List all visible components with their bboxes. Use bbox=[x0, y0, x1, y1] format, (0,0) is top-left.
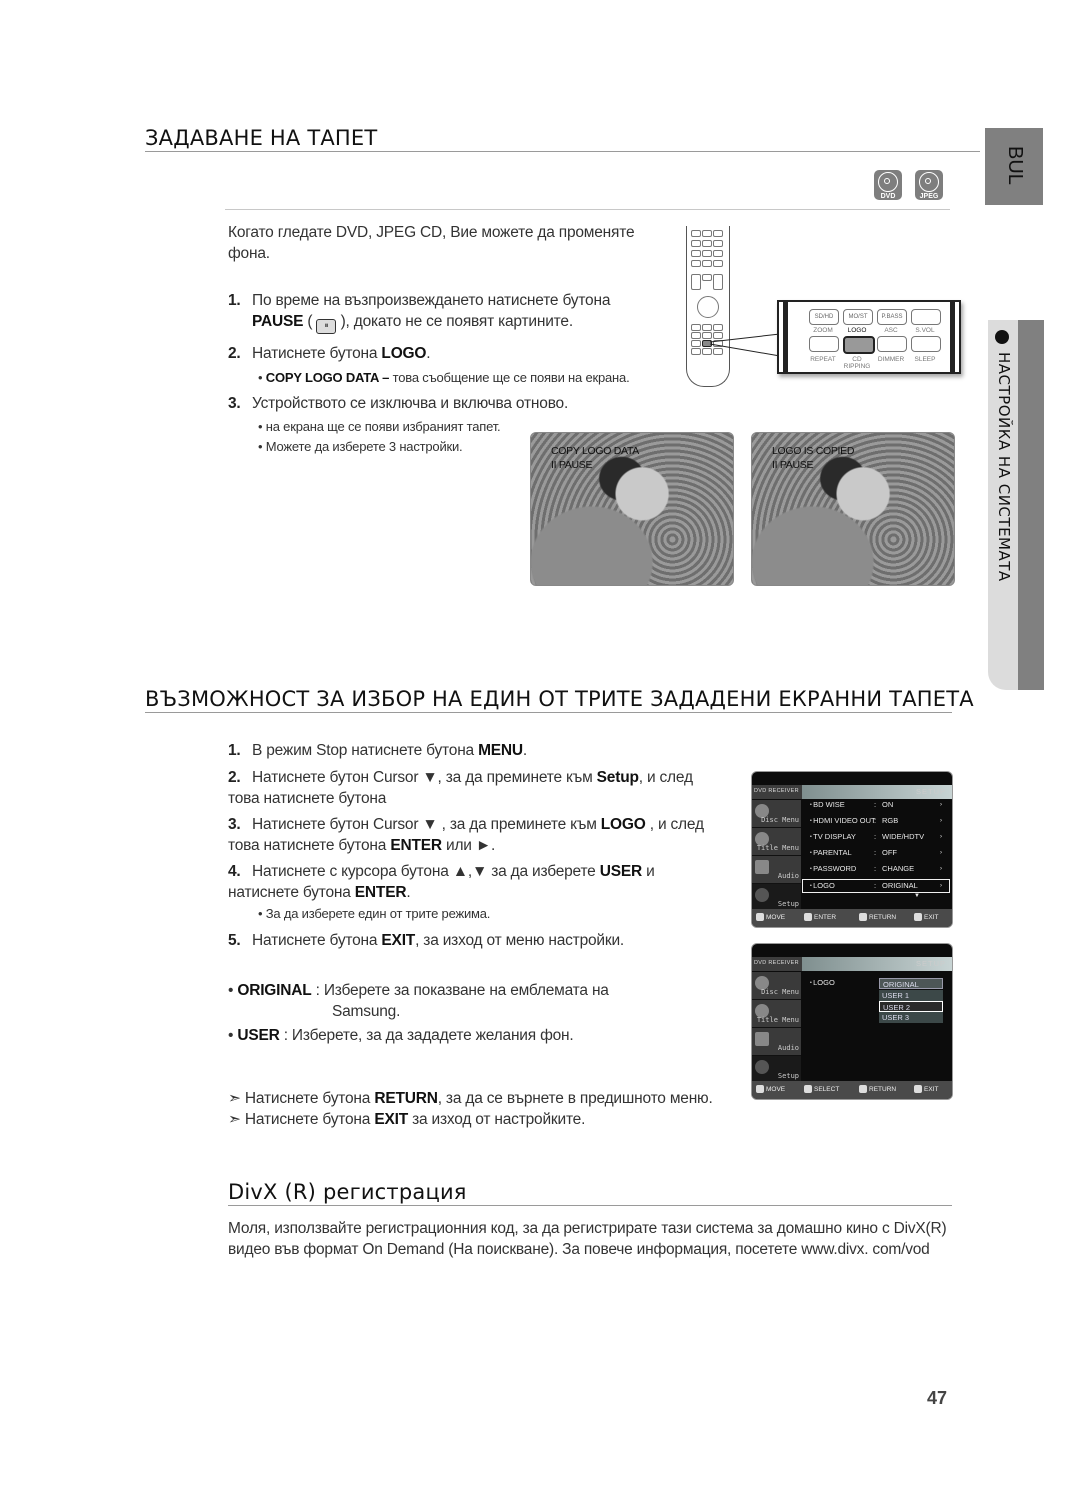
sleep-key-label: SLEEP bbox=[914, 356, 936, 363]
logo-key-label: LOGO bbox=[847, 327, 867, 334]
cdripping-key-label: CD RIPPING bbox=[843, 356, 871, 370]
page-number: 47 bbox=[927, 1388, 948, 1408]
sdhd-key: SD/HD bbox=[809, 309, 839, 325]
section-title-rule bbox=[228, 1205, 952, 1206]
menu-row-bd-wise: BD WISE:ON› bbox=[802, 798, 950, 812]
s2-step-1: 1. В режим Stop натиснете бутона MENU. bbox=[228, 742, 528, 759]
footer-exit: EXIT bbox=[914, 1081, 938, 1099]
menu-side-setup: Setup bbox=[752, 1056, 801, 1084]
osd-line-2: II PAUSE bbox=[551, 459, 593, 471]
s2-step-4: 4. Натиснете с курсора бутона ▲,▼ за да и… bbox=[228, 863, 655, 901]
section-title-divx: DivX (R) регистрация bbox=[228, 1180, 467, 1204]
section-title-rule bbox=[145, 712, 952, 713]
option-original: ORIGINAL : Изберете за показване на ембл… bbox=[228, 980, 668, 1022]
asc-key-label: ASC bbox=[884, 327, 898, 334]
menu-row-tv-display: TV DISPLAY:WIDE/HDTV› bbox=[802, 830, 950, 844]
logo-option-original: ORIGINAL bbox=[879, 978, 943, 989]
menu-row-parental: PARENTAL:OFF› bbox=[802, 846, 950, 860]
logo-option-user-1: USER 1 bbox=[879, 990, 943, 1001]
menu-side-disc-menu: Disc Menu bbox=[752, 800, 801, 828]
most-key: MO/ST bbox=[843, 309, 873, 325]
jpeg-disc-icon: JPEG bbox=[915, 170, 943, 200]
asc-key bbox=[877, 336, 907, 352]
menu-brand: DVD RECEIVER bbox=[754, 788, 799, 794]
menu-brand: DVD RECEIVER bbox=[754, 960, 799, 966]
section-title-rule bbox=[145, 151, 980, 152]
step-1: 1. По време на възпроизвеждането натиснет… bbox=[228, 290, 668, 334]
svol-key-label: S.VOL bbox=[915, 327, 935, 334]
step-3-note-2: Можете да изберете 3 настройки. bbox=[258, 438, 463, 456]
footer-exit: EXIT bbox=[914, 909, 938, 927]
footer-enter: ENTER bbox=[804, 909, 836, 927]
zoom-key bbox=[809, 336, 839, 352]
logo-option-user-3: USER 3 bbox=[879, 1012, 943, 1023]
footer-select: SELECT bbox=[804, 1081, 839, 1099]
pbass-key: P.BASS bbox=[877, 309, 907, 325]
s2-step-2: 2. Натиснете бутон Cursor ▼, за да премин… bbox=[228, 769, 693, 807]
setup-menu-screen: DVD RECEIVER SETUP Disc Menu Title Menu … bbox=[751, 771, 953, 928]
menu-side-audio: Audio bbox=[752, 1028, 801, 1056]
menu-row-logo-selected: LOGO:ORIGINAL› bbox=[802, 879, 950, 893]
remote-control-illustration bbox=[686, 226, 730, 387]
footer-return: RETURN bbox=[859, 1081, 896, 1099]
menu-title: SETUP bbox=[915, 787, 946, 796]
footer-move: MOVE bbox=[756, 909, 785, 927]
language-tab-label: BUL bbox=[1004, 146, 1026, 185]
menu-side-audio: Audio bbox=[752, 856, 801, 884]
s2-step-3: 3. Натиснете бутон Cursor ▼ , за да преми… bbox=[228, 816, 704, 854]
option-user: USER : Изберете, за да зададете желания … bbox=[228, 1025, 574, 1046]
osd-line-1: LOGO IS COPIED bbox=[772, 445, 855, 457]
dvd-disc-icon: DVD bbox=[874, 170, 902, 200]
bullet-dot-icon bbox=[995, 330, 1009, 344]
subsection-rule bbox=[225, 209, 950, 210]
menu-side-title-menu: Title Menu bbox=[752, 1000, 801, 1028]
osd-line-1: COPY LOGO DATA bbox=[551, 445, 639, 457]
pause-key-icon: ⏸ bbox=[316, 319, 337, 334]
section-title-preset-wallpapers: ВЪЗМОЖНОСТ ЗА ИЗБОР НА ЕДИН ОТ ТРИТЕ ЗАД… bbox=[145, 687, 974, 711]
note-exit: Натиснете бутона EXIT за изход от настро… bbox=[228, 1109, 585, 1130]
step-2-note: COPY LOGO DATA – това съобщение ще се по… bbox=[258, 369, 630, 387]
svol-key bbox=[911, 336, 941, 352]
osd-line-2: II PAUSE bbox=[772, 459, 814, 471]
s2-step-5: 5. Натиснете бутона EXIT, за изход от мен… bbox=[228, 932, 625, 949]
dimmer-key-label: DIMMER bbox=[877, 356, 905, 363]
section-title-wallpaper: ЗАДАВАНЕ НА ТАПЕТ bbox=[145, 126, 378, 150]
repeat-key-label: REPEAT bbox=[810, 356, 836, 363]
menu-row-hdmi-video-out: HDMI VIDEO OUT:RGB› bbox=[802, 814, 950, 828]
step-3-note-1: на екрана ще се появи избраният тапет. bbox=[258, 418, 501, 436]
menu-footer: MOVE SELECT RETURN EXIT bbox=[752, 1081, 952, 1099]
step-3: 3. Устройството се изключва и включва отн… bbox=[228, 395, 569, 412]
sound-edit-key bbox=[911, 309, 941, 325]
intro-text: Когато гледате DVD, JPEG CD, Вие можете … bbox=[228, 224, 635, 262]
divx-body-text: Моля, използвайте регистрационния код, з… bbox=[228, 1220, 947, 1258]
step-2: 2. Натиснете бутона LOGO. bbox=[228, 345, 431, 362]
section-side-tab-label: НАСТРОЙКА НА СИСТЕМАТА bbox=[995, 352, 1013, 582]
remote-zoom-callout: SD/HD MO/ST P.BASS ZOOM LOGO ASC S.VOL R… bbox=[777, 300, 961, 374]
note-return: Натиснете бутона RETURN, за да се върнет… bbox=[228, 1088, 713, 1109]
footer-move: MOVE bbox=[756, 1081, 785, 1099]
footer-return: RETURN bbox=[859, 909, 896, 927]
menu-side-setup: Setup bbox=[752, 884, 801, 912]
menu-side-title-menu: Title Menu bbox=[752, 828, 801, 856]
screen-logo-is-copied: LOGO IS COPIED II PAUSE bbox=[751, 432, 955, 586]
scroll-down-icon: ▼ bbox=[914, 893, 920, 899]
s2-step-4-note: За да изберете един от трите режима. bbox=[258, 905, 490, 923]
logo-key-highlighted bbox=[843, 336, 875, 354]
menu-title: SETUP bbox=[915, 959, 946, 968]
menu-side-disc-menu: Disc Menu bbox=[752, 972, 801, 1000]
menu-footer: MOVE ENTER RETURN EXIT bbox=[752, 909, 952, 927]
logo-options-menu-screen: DVD RECEIVER SETUP Disc Menu Title Menu … bbox=[751, 943, 953, 1100]
menu-row-password: PASSWORD:CHANGE› bbox=[802, 862, 950, 876]
zoom-key-label: ZOOM bbox=[813, 327, 833, 334]
logo-option-user-2-selected: USER 2 bbox=[879, 1001, 943, 1012]
screen-copy-logo-data: COPY LOGO DATA II PAUSE bbox=[530, 432, 734, 586]
